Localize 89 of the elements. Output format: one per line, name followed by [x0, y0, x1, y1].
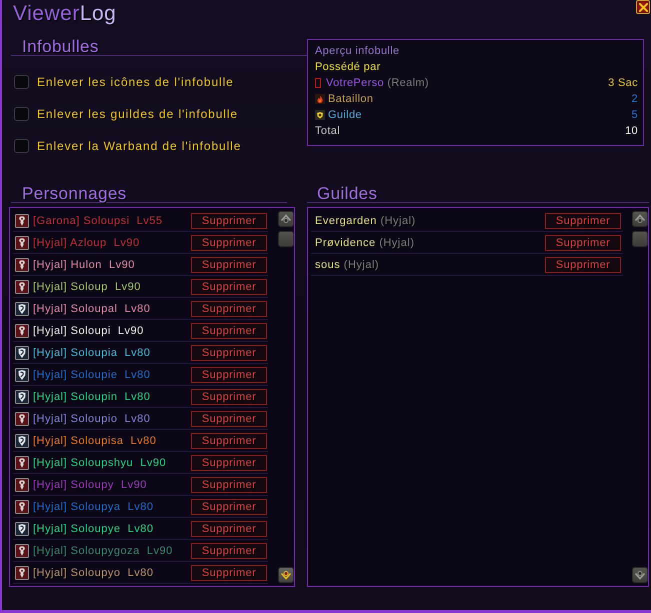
shield-icon [15, 346, 29, 360]
crest-icon [15, 258, 29, 272]
delete-button[interactable]: Supprimer [191, 521, 267, 537]
emblem-icon [315, 110, 325, 120]
character-name: [Hyjal] Soloupi Lv90 [33, 325, 144, 337]
frame-icon [315, 78, 321, 88]
character-name: [Hyjal] Soloupio Lv80 [33, 413, 150, 425]
character-name: [Hyjal] Soloupshyu Lv90 [33, 457, 166, 469]
arrow-up-icon [634, 213, 646, 225]
flame-icon [315, 94, 325, 104]
arrow-down-icon [634, 569, 646, 581]
scroll-thumb[interactable] [632, 231, 648, 247]
close-button[interactable] [636, 0, 650, 14]
count-value: 3 Sac [608, 76, 638, 91]
delete-button[interactable]: Supprimer [191, 565, 267, 581]
checkbox[interactable] [14, 107, 29, 121]
crest-icon [15, 280, 29, 294]
character-name: [Hyjal] Soloupygoza Lv90 [33, 545, 173, 557]
delete-button[interactable]: Supprimer [545, 213, 621, 229]
delete-button[interactable]: Supprimer [191, 345, 267, 361]
delete-button[interactable]: Supprimer [191, 213, 267, 229]
character-name: [Hyjal] Soloupia Lv80 [33, 347, 150, 359]
delete-button[interactable]: Supprimer [191, 543, 267, 559]
scroll-thumb[interactable] [278, 231, 294, 247]
crest-icon [15, 236, 29, 250]
delete-button[interactable]: Supprimer [191, 411, 267, 427]
guild-name: Prøvidence (Hyjal) [315, 237, 414, 249]
character-name: [Hyjal] Soloupya Lv80 [33, 501, 154, 513]
crest-icon [15, 544, 29, 558]
shield-icon [15, 302, 29, 316]
character-name: [Hyjal] Soloupal Lv80 [33, 303, 150, 315]
delete-button[interactable]: Supprimer [191, 499, 267, 515]
delete-button[interactable]: Supprimer [191, 367, 267, 383]
checkbox-label[interactable]: Enlever les guildes de l'infobulle [37, 107, 238, 121]
arrow-down-icon [280, 569, 292, 581]
delete-button[interactable]: Supprimer [191, 389, 267, 405]
delete-button[interactable]: Supprimer [191, 433, 267, 449]
delete-button[interactable]: Supprimer [191, 235, 267, 251]
count-value: 5 [632, 108, 638, 123]
scroll-down-button[interactable] [278, 567, 294, 583]
count-value: 10 [625, 124, 638, 139]
character-name: [Hyjal] Soloupy Lv90 [33, 479, 147, 491]
crest-icon [15, 214, 29, 228]
guild-name: Evergarden (Hyjal) [315, 215, 416, 227]
delete-button[interactable]: Supprimer [191, 301, 267, 317]
character-name: [Hyjal] Soloupie Lv80 [33, 369, 150, 381]
section-heading: Infobulles [11, 39, 307, 56]
character-name: [Hyjal] Soloup Lv90 [33, 281, 141, 293]
shield-icon [15, 390, 29, 404]
shield-icon [15, 434, 29, 448]
row-label: Bataillon [328, 92, 374, 107]
row-label: VotrePerso (Realm) [326, 76, 429, 91]
character-name: [Hyjal] Azloup Lv90 [33, 237, 140, 249]
section-heading: Guildes [307, 186, 649, 203]
preview-title: Aperçu infobulle [315, 44, 400, 59]
delete-button[interactable]: Supprimer [545, 257, 621, 273]
delete-button[interactable]: Supprimer [545, 235, 621, 251]
delete-button[interactable]: Supprimer [191, 257, 267, 273]
crest-icon [15, 566, 29, 580]
character-name: [Hyjal] Soloupin Lv80 [33, 391, 150, 403]
crest-icon [15, 456, 29, 470]
checkbox[interactable] [14, 139, 29, 153]
crest-icon [15, 500, 29, 514]
row-label: Guilde [328, 108, 362, 123]
checkbox-label[interactable]: Enlever les icônes de l'infobulle [37, 75, 234, 89]
character-name: [Hyjal] Soloupyo Lv80 [33, 567, 154, 579]
crest-icon [15, 478, 29, 492]
delete-button[interactable]: Supprimer [191, 279, 267, 295]
crest-icon [15, 324, 29, 338]
character-name: [Garona] Soloupsi Lv55 [33, 215, 163, 227]
character-name: [Hyjal] Soloupisa Lv80 [33, 435, 156, 447]
character-name: [Hyjal] Hulon Lv90 [33, 259, 135, 271]
owned-by-label: Possédé par [315, 60, 382, 75]
section-heading: Personnages [11, 186, 287, 203]
guild-name: sous (Hyjal) [315, 259, 380, 271]
window-title: ViewerLog [12, 1, 116, 26]
close-icon [638, 2, 648, 12]
character-name: [Hyjal] Soloupye Lv80 [33, 523, 154, 535]
shield-icon [15, 368, 29, 382]
crest-icon [15, 412, 29, 426]
row-label: Total [315, 124, 340, 139]
delete-button[interactable]: Supprimer [191, 477, 267, 493]
checkbox-label[interactable]: Enlever la Warband de l'infobulle [37, 139, 242, 153]
delete-button[interactable]: Supprimer [191, 455, 267, 471]
arrow-up-icon [280, 213, 292, 225]
shield-icon [15, 522, 29, 536]
delete-button[interactable]: Supprimer [191, 323, 267, 339]
checkbox[interactable] [14, 75, 29, 89]
count-value: 2 [632, 92, 638, 107]
